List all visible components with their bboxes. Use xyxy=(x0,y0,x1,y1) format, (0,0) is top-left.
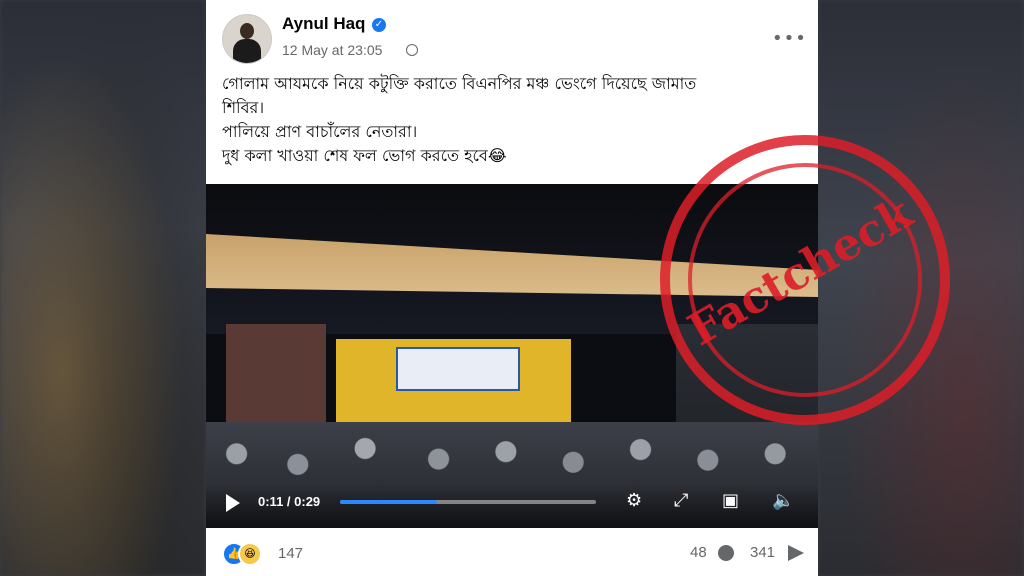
video-scene-building xyxy=(226,324,326,434)
share-icon xyxy=(788,545,804,561)
post-line: শিবির। xyxy=(222,98,265,117)
play-icon[interactable] xyxy=(226,494,240,512)
avatar-body xyxy=(233,39,261,63)
avatar[interactable] xyxy=(222,14,272,64)
post-line: গোলাম আযমকে নিয়ে কটুক্তি করাতে বিএনপির … xyxy=(222,74,697,93)
haha-reaction-icon: 😆 xyxy=(238,542,262,566)
comment-icon xyxy=(718,545,734,561)
avatar-head xyxy=(240,23,254,39)
post-line: পালিয়ে প্রাণ বাচাঁলের নেতারা। xyxy=(222,122,418,141)
background-left xyxy=(0,0,206,576)
verified-badge-icon: ✓ xyxy=(372,18,386,32)
video-progress-track[interactable] xyxy=(340,500,596,504)
video-time: 0:11 / 0:29 xyxy=(258,494,321,509)
share-count[interactable]: 341 xyxy=(750,544,775,561)
video-progress-fill xyxy=(340,500,438,504)
video-scene-banner xyxy=(396,347,520,391)
more-options-icon[interactable]: ••• xyxy=(772,28,807,49)
settings-icon[interactable]: ⚙ xyxy=(626,490,642,511)
reaction-count[interactable]: 147 xyxy=(278,545,303,562)
globe-icon xyxy=(406,44,418,56)
fullscreen-icon[interactable]: ⤢ xyxy=(674,490,688,511)
author-name[interactable]: Aynul Haq xyxy=(282,14,365,34)
post-text: গোলাম আযমকে নিয়ে কটুক্তি করাতে বিএনপির … xyxy=(222,72,812,168)
post-timestamp[interactable]: 12 May at 23:05 xyxy=(282,42,382,58)
volume-icon[interactable]: 🔈 xyxy=(772,490,794,511)
comment-count[interactable]: 48 xyxy=(690,544,707,561)
pip-icon[interactable]: ▣ xyxy=(722,490,739,511)
